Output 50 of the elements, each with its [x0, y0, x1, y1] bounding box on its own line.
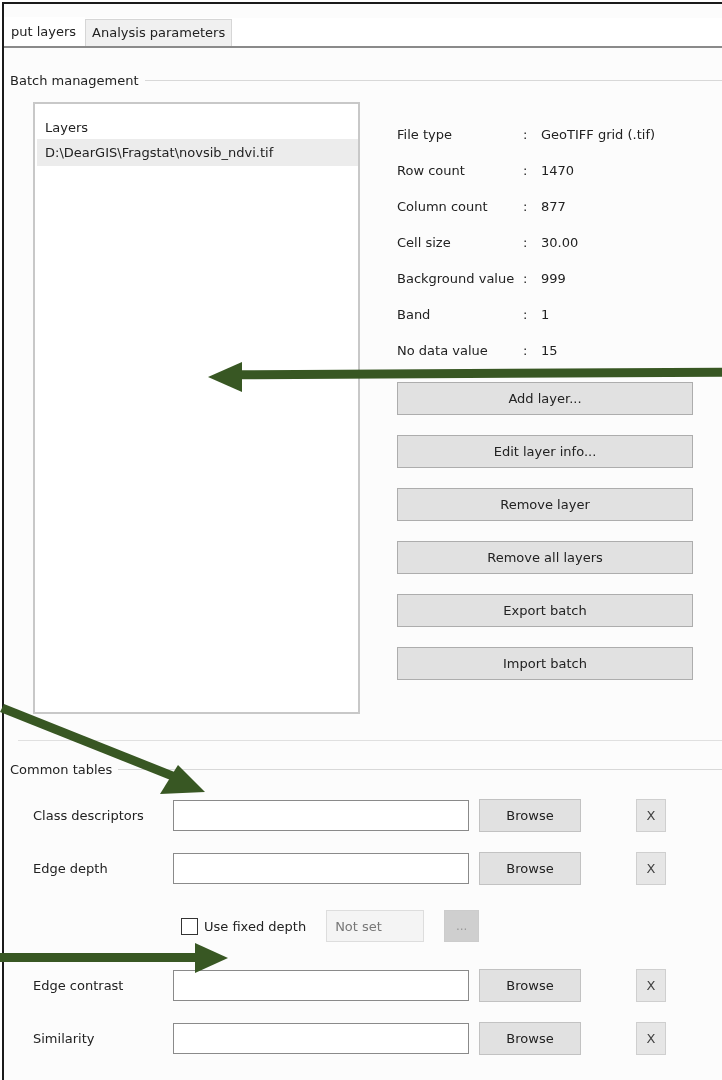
- colon: :: [523, 342, 529, 358]
- field-value: GeoTIFF grid (.tif): [541, 126, 656, 142]
- browse-button[interactable]: Browse: [479, 852, 581, 885]
- field-value: 877: [541, 198, 566, 214]
- tab[interactable]: Analysis parameters: [85, 19, 233, 46]
- field-value: 999: [541, 270, 566, 286]
- group-title: Common tables: [9, 761, 114, 777]
- field-label: No data value: [397, 342, 489, 358]
- clear-button[interactable]: X: [636, 852, 666, 885]
- action-button[interactable]: Import batch: [397, 647, 693, 680]
- field-value: 30.00: [541, 234, 579, 250]
- file-field[interactable]: [173, 1023, 469, 1054]
- clear-button[interactable]: X: [636, 1022, 666, 1055]
- colon: :: [523, 270, 529, 286]
- action-button[interactable]: Edit layer info...: [397, 435, 693, 468]
- field-label: Similarity: [33, 1031, 96, 1046]
- colon: :: [523, 306, 529, 322]
- field-label: Row count: [397, 162, 466, 178]
- field-label: File type: [397, 126, 453, 142]
- browse-button[interactable]: Browse: [479, 799, 581, 832]
- field-label: Edge depth: [33, 861, 109, 876]
- action-button[interactable]: Add layer...: [397, 382, 693, 415]
- colon: :: [523, 162, 529, 178]
- clear-button[interactable]: X: [636, 799, 666, 832]
- action-button[interactable]: Remove layer: [397, 488, 693, 521]
- field-value: 1: [541, 306, 550, 322]
- field-label: Cell size: [397, 234, 452, 250]
- browse-button[interactable]: Browse: [479, 1022, 581, 1055]
- column-header: Layers: [44, 119, 90, 137]
- file-field[interactable]: [173, 800, 469, 831]
- field-label: Edge contrast: [33, 978, 125, 993]
- field-value: 15: [541, 342, 558, 358]
- list-item[interactable]: D:\DearGIS\Fragstat\novsib_ndvi.tif: [37, 139, 358, 166]
- colon: :: [523, 126, 529, 142]
- action-button[interactable]: Remove all layers: [397, 541, 693, 574]
- colon: :: [523, 234, 529, 250]
- browse-button[interactable]: Browse: [479, 969, 581, 1002]
- field-label: Background value: [397, 270, 516, 286]
- clear-button[interactable]: X: [636, 969, 666, 1002]
- checkbox-label: Use fixed depth: [204, 918, 307, 934]
- layers-list[interactable]: Layers D:\DearGIS\Fragstat\novsib_ndvi.tif: [33, 102, 360, 714]
- file-field[interactable]: [173, 853, 469, 884]
- group-title: Batch management: [9, 72, 140, 88]
- file-field[interactable]: [173, 970, 469, 1001]
- field-label: Column count: [397, 198, 489, 214]
- field-value: 1470: [541, 162, 575, 178]
- field-label: Class descriptors: [33, 808, 145, 823]
- colon: :: [523, 198, 529, 214]
- action-button[interactable]: Export batch: [397, 594, 693, 627]
- field-label: Band: [397, 306, 432, 322]
